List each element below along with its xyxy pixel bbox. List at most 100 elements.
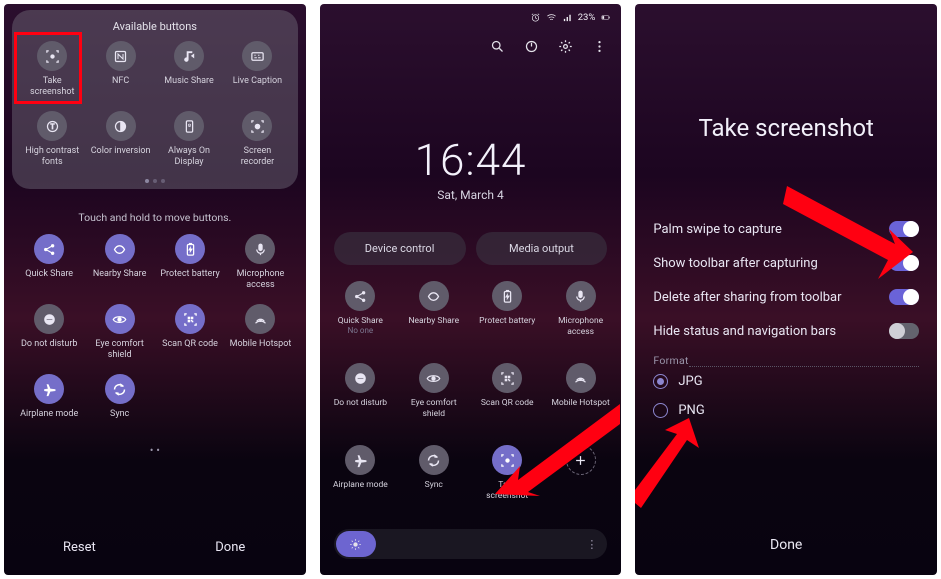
- tile-share[interactable]: Quick Share: [14, 234, 84, 298]
- reset-button[interactable]: Reset: [4, 540, 155, 555]
- toggle[interactable]: [889, 221, 919, 237]
- hotspot-icon[interactable]: [245, 304, 275, 334]
- record-icon[interactable]: [242, 111, 272, 141]
- page-indicator: • •: [4, 438, 306, 457]
- screenshot-icon[interactable]: [492, 445, 522, 475]
- option-row[interactable]: Palm swipe to capture: [653, 212, 919, 246]
- tile-plus[interactable]: [544, 445, 617, 521]
- caption-icon[interactable]: [242, 41, 272, 71]
- tile-dnd[interactable]: Do not disturb: [324, 363, 397, 439]
- tile-caption[interactable]: Live Caption: [223, 41, 291, 105]
- search-button[interactable]: [489, 38, 505, 54]
- tile-screenshot[interactable]: Take screenshot: [471, 445, 544, 521]
- tile-hotspot[interactable]: Mobile Hotspot: [544, 363, 617, 439]
- tile-label: Nearby Share: [408, 316, 459, 327]
- nearby-icon[interactable]: [105, 234, 135, 264]
- device-control-button[interactable]: Device control: [334, 232, 466, 265]
- tile-record[interactable]: Screen recorder: [223, 111, 291, 175]
- toggle[interactable]: [889, 323, 919, 339]
- wifi-icon: [546, 12, 557, 23]
- tile-label: Scan QR code: [481, 398, 534, 409]
- clock: 16:44: [320, 134, 622, 186]
- plane-icon[interactable]: [345, 445, 375, 475]
- tile-qr[interactable]: Scan QR code: [155, 304, 225, 368]
- tile-qr[interactable]: Scan QR code: [471, 363, 544, 439]
- nearby-icon[interactable]: [419, 281, 449, 311]
- brightness-thumb[interactable]: [336, 531, 376, 557]
- format-option-png[interactable]: PNG: [653, 396, 919, 425]
- power-button[interactable]: [523, 38, 539, 54]
- mic-icon[interactable]: [245, 234, 275, 264]
- screen-quick-panel: 23% 16:44 Sat, March 4 Device control Me…: [320, 4, 622, 575]
- tile-plane[interactable]: Airplane mode: [324, 445, 397, 521]
- tile-label: Scan QR code: [162, 339, 218, 350]
- brightness-more[interactable]: ⋮: [586, 538, 597, 551]
- more-button[interactable]: [591, 38, 607, 54]
- toggle[interactable]: [889, 289, 919, 305]
- tile-battery[interactable]: Protect battery: [471, 281, 544, 357]
- option-row[interactable]: Delete after sharing from toolbar: [653, 280, 919, 314]
- brightness-slider[interactable]: ⋮: [334, 529, 608, 559]
- tile-label: Protect battery: [160, 269, 219, 280]
- music-icon[interactable]: [174, 41, 204, 71]
- battery-icon[interactable]: [175, 234, 205, 264]
- tile-hotspot[interactable]: Mobile Hotspot: [225, 304, 295, 368]
- format-option-jpg[interactable]: JPG: [653, 367, 919, 396]
- tile-screenshot[interactable]: Take screenshot: [18, 41, 86, 105]
- contrast-icon[interactable]: [37, 111, 67, 141]
- tile-label: Sync: [425, 480, 443, 491]
- eye-icon[interactable]: [419, 363, 449, 393]
- plus-icon[interactable]: [566, 445, 596, 475]
- radio[interactable]: [653, 374, 668, 389]
- tile-sublabel: No one: [348, 325, 373, 336]
- done-button[interactable]: Done: [635, 537, 937, 553]
- invert-icon[interactable]: [106, 111, 136, 141]
- toggle[interactable]: [889, 255, 919, 271]
- tile-nfc[interactable]: NFC: [86, 41, 154, 105]
- tile-label: Protect battery: [479, 316, 535, 327]
- share-icon[interactable]: [34, 234, 64, 264]
- tile-battery[interactable]: Protect battery: [155, 234, 225, 298]
- tile-plane[interactable]: Airplane mode: [14, 374, 84, 438]
- eye-icon[interactable]: [105, 304, 135, 334]
- tile-eye[interactable]: Eye comfort shield: [397, 363, 470, 439]
- qr-icon[interactable]: [175, 304, 205, 334]
- dnd-icon[interactable]: [34, 304, 64, 334]
- nfc-icon[interactable]: [106, 41, 136, 71]
- screen-take-screenshot-settings: Take screenshot Palm swipe to captureSho…: [635, 4, 937, 575]
- tile-sync[interactable]: Sync: [397, 445, 470, 521]
- qr-icon[interactable]: [492, 363, 522, 393]
- plane-icon[interactable]: [34, 374, 64, 404]
- hotspot-icon[interactable]: [566, 363, 596, 393]
- screenshot-icon[interactable]: [37, 41, 67, 71]
- dnd-icon[interactable]: [345, 363, 375, 393]
- tile-mic[interactable]: Microphone access: [544, 281, 617, 357]
- tile-label: Mobile Hotspot: [230, 339, 292, 350]
- tile-music[interactable]: Music Share: [155, 41, 223, 105]
- settings-button[interactable]: [557, 38, 573, 54]
- aod-icon[interactable]: [174, 111, 204, 141]
- tile-dnd[interactable]: Do not disturb: [14, 304, 84, 368]
- media-output-button[interactable]: Media output: [476, 232, 608, 265]
- sync-icon[interactable]: [419, 445, 449, 475]
- tile-nearby[interactable]: Nearby Share: [84, 234, 154, 298]
- sync-icon[interactable]: [105, 374, 135, 404]
- tile-label: NFC: [112, 76, 129, 87]
- tile-label: Take screenshot: [21, 76, 83, 98]
- mic-icon[interactable]: [566, 281, 596, 311]
- done-button[interactable]: Done: [155, 540, 306, 555]
- option-row[interactable]: Hide status and navigation bars: [653, 314, 919, 348]
- tile-eye[interactable]: Eye comfort shield: [84, 304, 154, 368]
- tile-sync[interactable]: Sync: [84, 374, 154, 438]
- tile-invert[interactable]: Color inversion: [86, 111, 154, 175]
- share-icon[interactable]: [345, 281, 375, 311]
- battery-icon[interactable]: [492, 281, 522, 311]
- tile-aod[interactable]: Always On Display: [155, 111, 223, 175]
- option-row[interactable]: Show toolbar after capturing: [653, 246, 919, 280]
- tile-contrast[interactable]: High contrast fonts: [18, 111, 86, 175]
- tile-share[interactable]: Quick ShareNo one: [324, 281, 397, 357]
- tile-nearby[interactable]: Nearby Share: [397, 281, 470, 357]
- tile-mic[interactable]: Microphone access: [225, 234, 295, 298]
- radio[interactable]: [653, 403, 668, 418]
- tile-label: Color inversion: [91, 146, 151, 157]
